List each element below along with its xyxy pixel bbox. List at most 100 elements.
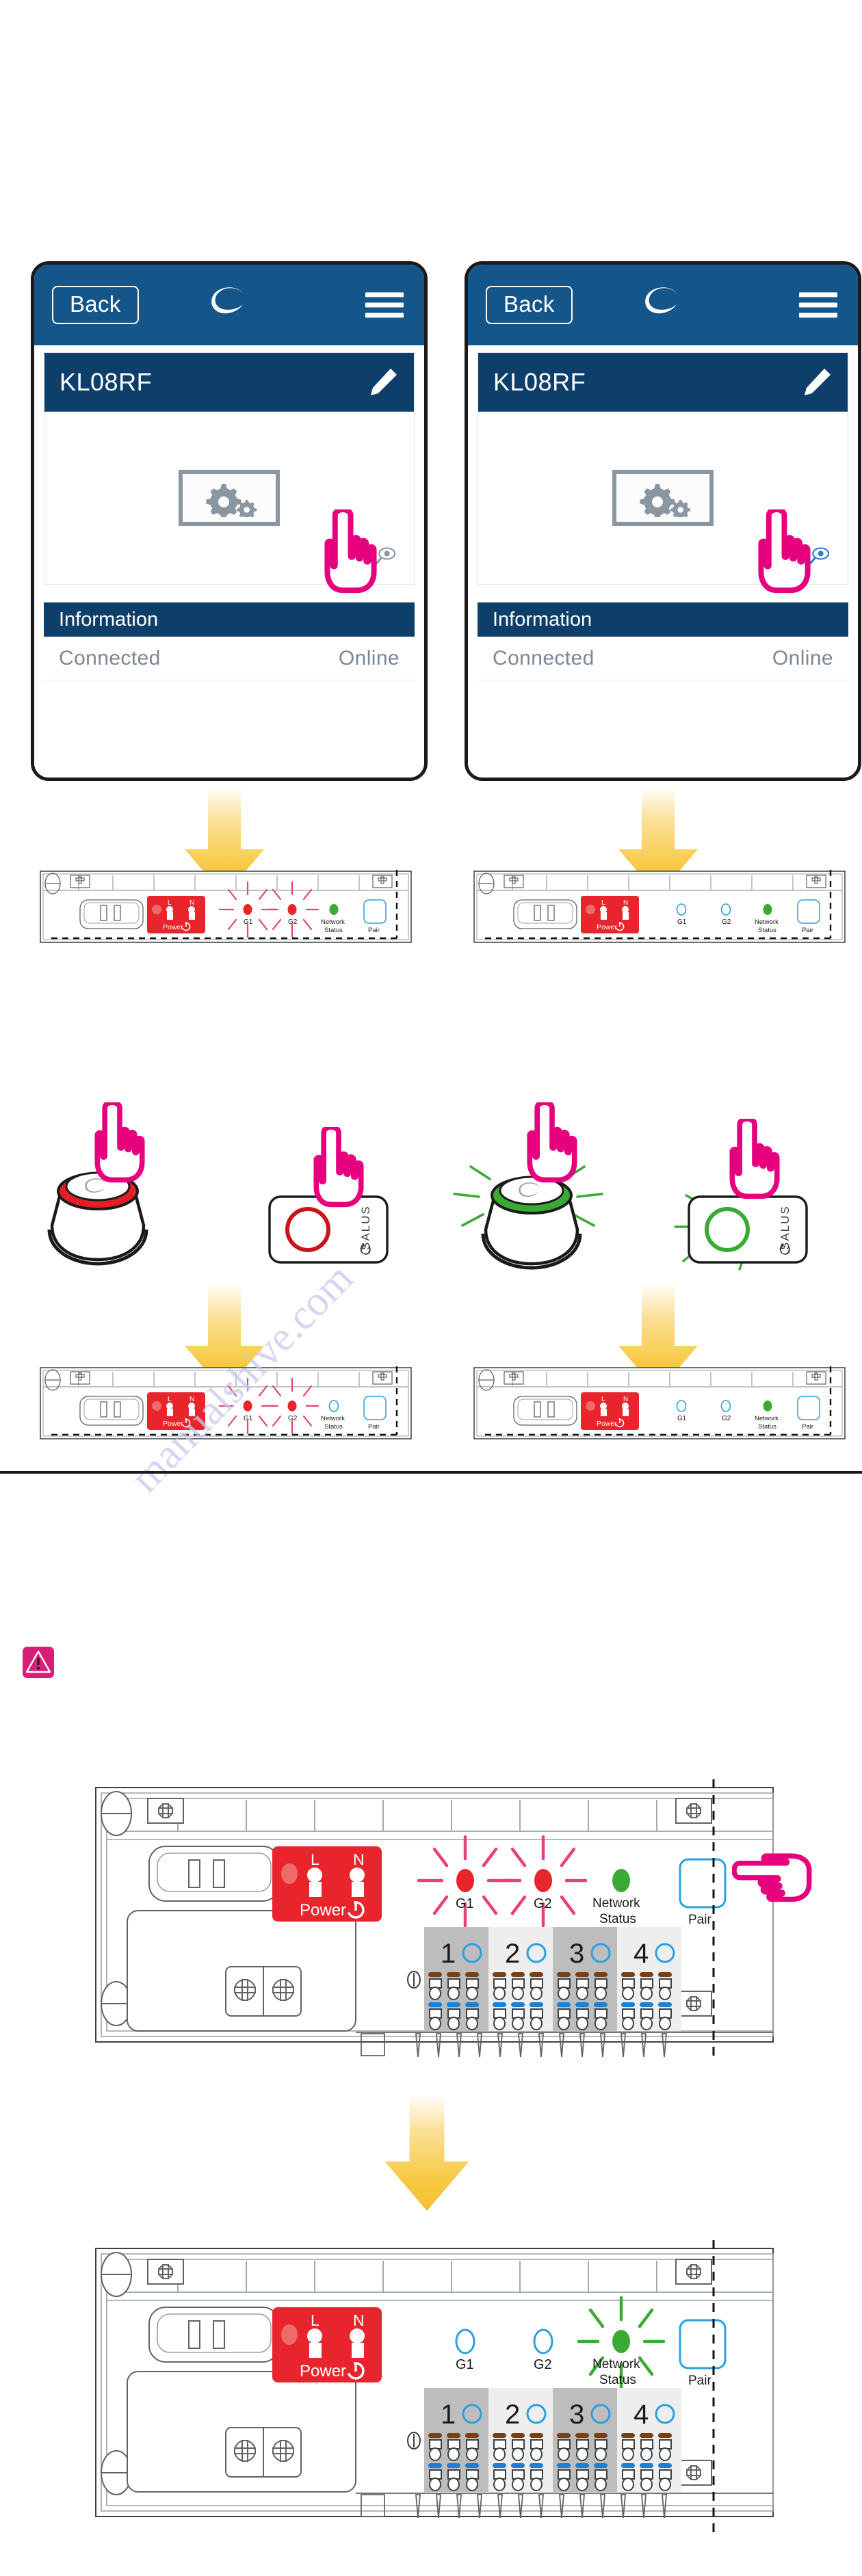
controller-strip-mid-left: L N Power G1 G2 Network Status Pair [40,1366,412,1439]
terminal-n-label: N [353,2311,365,2329]
network-label-1: Network [755,918,779,926]
pair-button [797,899,820,924]
power-label: Power [163,1420,183,1428]
network-status-led [612,1869,630,1892]
hamburger-menu-icon[interactable] [799,287,837,323]
hamburger-menu-icon[interactable] [365,287,404,323]
g1-label: G1 [244,918,253,926]
app-top-bar: Back [34,265,424,345]
g2-led [534,1869,552,1892]
connection-label: Connected [59,646,161,669]
device-panel-bottom: L N Power G1 G2 Network Status Pair 1 2 … [95,2240,774,2534]
zone-number-1: 1 [441,1939,456,1969]
terminal-l-label: L [311,2311,319,2329]
g2-label: G2 [534,1896,552,1911]
round-thermostat-red [47,1171,148,1266]
svg-text:N: N [623,899,628,907]
zone-terminal-blocks: 1 2 3 4 [424,2388,681,2492]
network-label-1: Network [592,1896,640,1911]
round-thermostat-green [453,1165,603,1270]
g2-label: G2 [722,1415,731,1422]
network-label-2: Status [599,1912,636,1926]
power-label: Power [597,923,617,931]
salus-brand-text: SALUS [779,1205,792,1250]
zone-number-2: 2 [505,1939,520,1969]
network-label-2: Status [758,927,776,934]
controller-strip-top-left: L N Power G1 G2 Network Status Pair [40,870,412,943]
g2-label: G2 [534,2357,552,2372]
svg-text:N: N [190,1396,194,1403]
network-status-led [612,2330,630,2353]
network-status-led [763,904,772,915]
pair-label: Pair [688,1913,711,1927]
device-name-label: KL08RF [60,368,153,396]
device-image-area [478,412,848,584]
pair-button [679,2319,727,2369]
network-label-1: Network [755,1415,779,1422]
controller-strip-mid-right: L N Power G1 G2 Network Status Pair [473,1366,846,1439]
device-card-header: KL08RF [478,353,848,412]
svg-text:N: N [190,899,194,907]
terminal-n-label: N [353,1850,365,1868]
pair-label: Pair [802,1423,813,1431]
pair-label: Pair [688,2374,711,2388]
connection-value: Online [338,646,400,669]
pencil-icon[interactable] [801,367,833,398]
device-card: KL08RF [478,352,848,585]
app-content: KL08RF Information Connected Online [468,345,858,778]
svg-text:L: L [168,899,172,907]
power-label: Power [300,2362,346,2380]
section-divider [0,1471,862,1474]
g2-label: G2 [288,1415,298,1422]
network-label-1: Network [321,1415,345,1422]
network-status-led [763,1400,772,1411]
salus-brand-text: SALUS [359,1205,372,1250]
app-content: KL08RF Information Connected Online [34,345,424,778]
g1-label: G1 [456,2357,474,2372]
down-arrow-5 [384,2095,469,2211]
network-label-2: Status [599,2373,636,2387]
svg-text:N: N [623,1396,628,1403]
zone-number-4: 4 [634,1939,649,1969]
pair-button [363,899,387,924]
zone-terminal-blocks: 1 2 3 4 [424,1927,681,2031]
g1-led [243,1400,252,1411]
g1-led [243,904,252,915]
device-card-header: KL08RF [44,353,414,412]
back-button[interactable]: Back [486,286,573,324]
power-label: Power [597,1420,617,1428]
device-name-label: KL08RF [493,368,586,396]
pair-label: Pair [368,1423,380,1431]
g1-led [456,1869,474,1892]
zone-number-2: 2 [505,2400,520,2430]
back-button[interactable]: Back [52,286,139,324]
information-section-header: Information [44,602,415,637]
app-screen-right: Back KL08RF Information Connected Online [465,261,861,781]
connection-status-row: Connected Online [478,637,848,680]
power-label: Power [300,1901,346,1920]
g1-label: G1 [244,1415,253,1422]
connection-value: Online [772,646,833,669]
controller-strip-top-right: L N Power G1 G2 Network Status Pair [473,870,846,943]
pencil-icon[interactable] [367,367,399,398]
network-status-led [329,904,339,915]
information-section-header: Information [478,602,848,637]
manual-page: Back KL08RF Information Connected Online… [0,0,862,2576]
svg-text:L: L [601,1396,605,1403]
g2-label: G2 [722,918,731,926]
eye-preview-icon[interactable] [807,546,831,566]
information-title: Information [59,608,159,630]
app-top-bar: Back [468,265,858,345]
eye-preview-icon[interactable] [373,546,397,566]
network-label-1: Network [592,2357,640,2372]
power-label: Power [163,923,183,931]
zone-number-1: 1 [441,2400,456,2430]
pair-button [363,1396,387,1420]
g1-label: G1 [677,918,687,926]
g1-label: G1 [677,1415,687,1422]
connection-label: Connected [493,646,595,669]
app-screen-left: Back KL08RF Information Connected Online [31,261,428,781]
device-image-area [44,412,414,584]
g2-led [533,2328,553,2354]
network-label-2: Status [758,1423,776,1431]
